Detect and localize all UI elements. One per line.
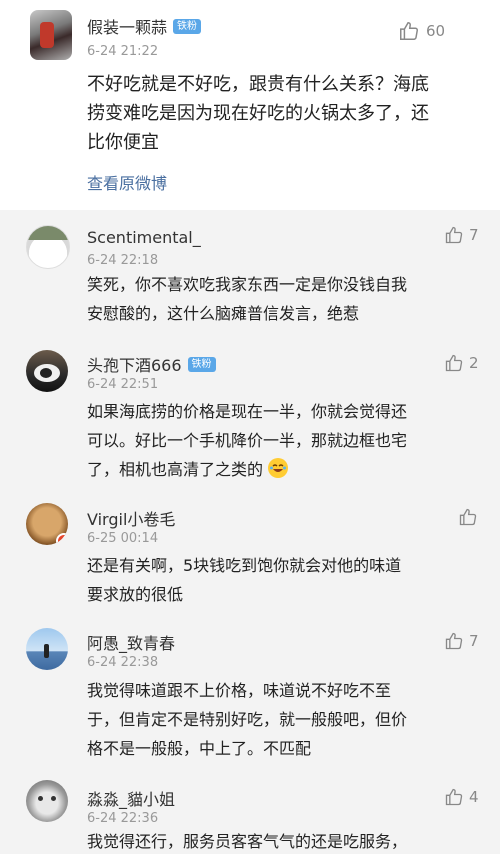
comment-time: 6-24 22:51 <box>87 377 159 392</box>
fan-badge: 铁粉 <box>187 356 216 372</box>
like-count: 2 <box>469 354 479 372</box>
username-text[interactable]: 假装一颗蒜 <box>87 14 167 38</box>
avatar[interactable] <box>30 10 72 60</box>
like-count: 7 <box>469 632 479 650</box>
comment-body: 如果海底捞的价格是现在一半，你就会觉得还 可以。好比一个手机降价一半，那就边框也… <box>87 397 407 484</box>
like-button[interactable]: 4 <box>444 787 479 807</box>
like-count: 7 <box>469 226 479 244</box>
comment-line: 可以。好比一个手机降价一半，那就边框也宅 <box>87 431 408 450</box>
comment-time: 6-24 21:22 <box>87 44 159 59</box>
comment-body: 笑死，你不喜欢吃我家东西一定是你没钱自我 安慰酸的，这什么脑瘫普信发言，绝惹 <box>87 270 407 328</box>
avatar[interactable] <box>26 225 70 269</box>
like-button[interactable]: 2 <box>444 353 479 373</box>
main-comment: 假装一颗蒜 铁粉 6-24 21:22 60 不好吃就是不好吃，跟贵有什么关系？… <box>0 0 500 210</box>
comment-line: 还是有关啊，5块钱吃到饱你就会对他的味道 <box>87 556 402 575</box>
like-count: 4 <box>469 788 479 806</box>
thumbs-up-icon <box>400 22 418 40</box>
laughing-emoji-icon <box>268 458 289 478</box>
username[interactable]: 假装一颗蒜 铁粉 <box>87 14 202 38</box>
comment-body: 不好吃就是不好吃，跟贵有什么关系？海底 捞变难吃是因为现在好吃的火锅太多了，还 … <box>87 70 429 157</box>
like-button[interactable] <box>458 507 478 527</box>
username[interactable]: 头孢下酒666 铁粉 <box>87 352 216 376</box>
comment-time: 6-24 22:36 <box>87 811 159 826</box>
username-text[interactable]: 头孢下酒666 <box>87 352 182 376</box>
comment-line: 如果海底捞的价格是现在一半，你就会觉得还 <box>87 402 408 421</box>
thumbs-up-icon <box>445 788 463 806</box>
username-text[interactable]: Scentimental_ <box>87 228 201 247</box>
username[interactable]: Virgil小卷毛 <box>87 506 175 530</box>
avatar[interactable] <box>26 628 68 670</box>
avatar[interactable] <box>26 350 68 392</box>
comment-body: 我觉得还行，服务员客客气气的还是吃服务， <box>87 827 407 856</box>
comment-body: 还是有关啊，5块钱吃到饱你就会对他的味道 要求放的很低 <box>87 551 401 609</box>
view-original-link[interactable]: 查看原微博 <box>87 170 167 194</box>
like-count: 60 <box>426 22 446 40</box>
fan-badge: 铁粉 <box>173 18 202 34</box>
comment-body: 我觉得味道跟不上价格，味道说不好吃不至 于，但肯定不是特别好吃，就一般般吧，但价… <box>87 676 407 763</box>
username-text[interactable]: Virgil小卷毛 <box>87 506 175 530</box>
username[interactable]: Scentimental_ <box>87 228 201 247</box>
like-button[interactable]: 7 <box>444 631 479 651</box>
comment-line-text: 了，相机也高清了之类的 <box>87 460 264 479</box>
thumbs-up-icon <box>445 632 463 650</box>
username-text[interactable]: 阿愚_致青春 <box>87 630 175 654</box>
comment-time: 6-24 22:38 <box>87 655 159 670</box>
like-button[interactable]: 7 <box>444 225 479 245</box>
avatar[interactable] <box>26 503 68 545</box>
comment-line: 要求放的很低 <box>87 585 184 604</box>
thumbs-up-icon <box>459 508 477 526</box>
comment-line: 不好吃就是不好吃，跟贵有什么关系？海底 <box>87 74 429 95</box>
comment-line: 笑死，你不喜欢吃我家东西一定是你没钱自我 <box>87 275 408 294</box>
comment-line: 我觉得味道跟不上价格，味道说不好吃不至 <box>87 681 392 700</box>
username-text[interactable]: 淼淼_貓小姐 <box>87 786 175 810</box>
username[interactable]: 淼淼_貓小姐 <box>87 786 175 810</box>
username[interactable]: 阿愚_致青春 <box>87 630 175 654</box>
comment-line: 于，但肯定不是特别好吃，就一般般吧，但价 <box>87 710 408 729</box>
comment-line: 我觉得还行，服务员客客气气的还是吃服务， <box>87 832 408 851</box>
comment-time: 6-24 22:18 <box>87 253 159 268</box>
thumbs-up-icon <box>445 354 463 372</box>
thumbs-up-icon <box>445 226 463 244</box>
comment-line: 安慰酸的，这什么脑瘫普信发言，绝惹 <box>87 304 360 323</box>
comment-line: 格不是一般般，中上了。不匹配 <box>87 739 312 758</box>
comment-line: 了，相机也高清了之类的 <box>87 455 407 484</box>
comment-line: 比你便宜 <box>87 132 159 153</box>
like-button[interactable]: 60 <box>398 20 445 42</box>
comment-time: 6-25 00:14 <box>87 531 159 546</box>
avatar[interactable] <box>26 780 68 822</box>
comment-line: 捞变难吃是因为现在好吃的火锅太多了，还 <box>87 103 429 124</box>
